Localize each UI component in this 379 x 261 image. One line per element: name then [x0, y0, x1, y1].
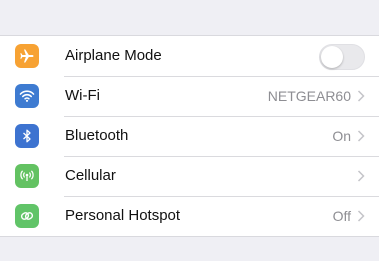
airplane-icon [15, 44, 39, 68]
settings-row-cellular[interactable]: Cellular [0, 156, 379, 196]
cellular-detail [351, 156, 365, 196]
settings-list: Airplane Mode Wi-Fi NETGEAR60 Bluetooth [0, 35, 379, 237]
cellular-antenna-icon [15, 164, 39, 188]
toggle-knob [321, 46, 343, 68]
cellular-label: Cellular [65, 167, 116, 184]
bluetooth-detail: On [332, 116, 365, 156]
bluetooth-label: Bluetooth [65, 127, 129, 144]
hotspot-link-icon [15, 204, 39, 228]
settings-row-personal-hotspot[interactable]: Personal Hotspot Off [0, 196, 379, 236]
personal-hotspot-status-value: Off [332, 208, 351, 224]
personal-hotspot-label: Personal Hotspot [65, 207, 181, 224]
bluetooth-icon [15, 124, 39, 148]
chevron-right-icon [357, 90, 365, 102]
personal-hotspot-detail: Off [333, 196, 365, 236]
wifi-icon [15, 84, 39, 108]
wifi-network-value: NETGEAR60 [267, 88, 351, 104]
airplane-mode-toggle[interactable] [319, 44, 365, 70]
settings-row-airplane-mode[interactable]: Airplane Mode [0, 36, 379, 76]
settings-row-wifi[interactable]: Wi-Fi NETGEAR60 [0, 76, 379, 116]
chevron-right-icon [357, 170, 365, 182]
bluetooth-status-value: On [332, 128, 351, 144]
settings-row-bluetooth[interactable]: Bluetooth On [0, 116, 379, 156]
wifi-detail: NETGEAR60 [268, 76, 365, 116]
wifi-label: Wi-Fi [65, 87, 100, 104]
chevron-right-icon [357, 210, 365, 222]
chevron-right-icon [357, 130, 365, 142]
airplane-mode-label: Airplane Mode [65, 47, 162, 64]
